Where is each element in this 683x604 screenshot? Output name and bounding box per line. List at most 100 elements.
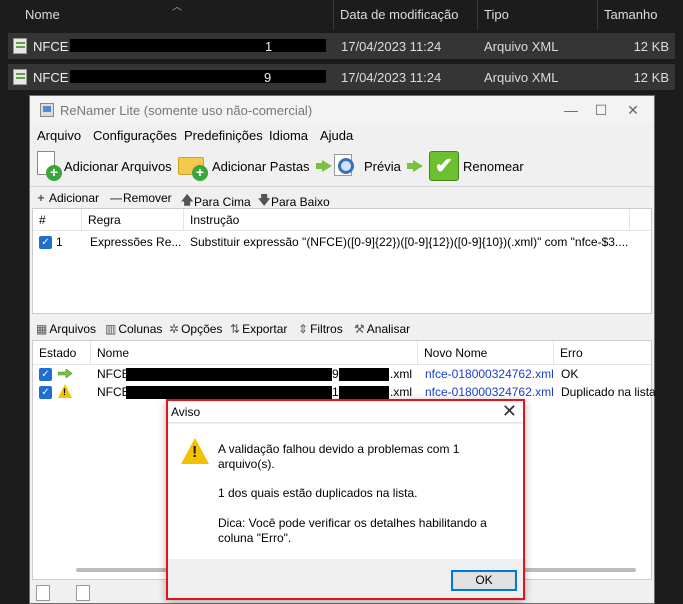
- files-toolbar: ▦ Arquivos ▥ Colunas ✲ Opções ⇅ Exportar ⇕ Fi…: [32, 320, 652, 338]
- dialog-tip-line: Dica: Você pode verificar os detalhes ha…: [218, 516, 487, 530]
- filter-icon: ⇕: [298, 322, 309, 336]
- file-name-mid: 9: [332, 367, 339, 381]
- arrow-right-icon: [58, 369, 72, 378]
- column-modified[interactable]: Data de modificação: [340, 7, 459, 22]
- rename-button[interactable]: ✔ Renomear: [429, 150, 524, 182]
- file-name-suffix: 1: [265, 39, 273, 54]
- files-col-error[interactable]: Erro: [560, 346, 583, 360]
- column-type[interactable]: Tipo: [484, 7, 509, 22]
- file-ext: .xml: [390, 367, 412, 381]
- column-divider[interactable]: [597, 0, 598, 30]
- add-rule-label: Adicionar: [49, 191, 100, 205]
- redaction-bar: [70, 39, 326, 52]
- remove-rule-button[interactable]: — Remover: [110, 191, 172, 205]
- add-rule-button[interactable]: + Adicionar: [36, 191, 99, 205]
- explorer-file-row[interactable]: NFCE 1 17/04/2023 11:24 Arquivo XML 12 K…: [8, 33, 675, 59]
- file-name-mid: 1: [332, 385, 339, 399]
- options-menu-label: Opções: [181, 322, 223, 336]
- options-menu-button[interactable]: ✲ Opções: [169, 322, 222, 336]
- minus-icon: —: [110, 191, 122, 205]
- rule-row[interactable]: ✓ 1 Expressões Re... Substituir expressã…: [33, 233, 651, 251]
- menu-predefinicoes[interactable]: Predefinições: [184, 128, 263, 143]
- file-name: NFCE: [33, 39, 69, 54]
- file-error: OK: [561, 367, 579, 381]
- menu-ajuda[interactable]: Ajuda: [320, 128, 353, 143]
- filters-menu-label: Filtros: [310, 322, 343, 336]
- file-checkbox[interactable]: ✓: [39, 368, 52, 381]
- add-files-button[interactable]: + Adicionar Arquivos: [36, 150, 172, 182]
- checkmark-icon: ✔: [429, 151, 459, 181]
- files-col-name[interactable]: Nome: [97, 346, 129, 360]
- close-button[interactable]: ✕: [618, 100, 648, 120]
- dialog-footer: OK: [168, 559, 523, 598]
- file-name: NFCE: [33, 70, 69, 85]
- dialog-message-line: 1 dos quais estão duplicados na lista.: [218, 486, 418, 500]
- grid-icon: ▦: [36, 322, 48, 336]
- dialog-title-bar[interactable]: Aviso ✕: [168, 401, 523, 423]
- title-bar[interactable]: ReNamer Lite (somente uso não-comercial)…: [30, 96, 654, 124]
- files-col-new-name[interactable]: Novo Nome: [424, 346, 487, 360]
- file-row[interactable]: ✓ NFCE 9 .xml nfce-018000324762.xml OK: [33, 365, 651, 383]
- menu-idioma[interactable]: Idioma: [269, 128, 308, 143]
- files-menu-label: Arquivos: [49, 322, 97, 336]
- files-menu-button[interactable]: ▦ Arquivos: [36, 322, 96, 336]
- column-size[interactable]: Tamanho: [604, 7, 657, 22]
- columns-menu-label: Colunas: [118, 322, 163, 336]
- rule-checkbox[interactable]: ✓: [39, 236, 52, 249]
- rules-col-num[interactable]: #: [39, 213, 46, 227]
- file-size: 12 KB: [633, 70, 669, 85]
- redaction-bar: [339, 368, 389, 381]
- column-divider[interactable]: [333, 0, 334, 30]
- export-menu-label: Exportar: [242, 322, 288, 336]
- filters-menu-button[interactable]: ⇕ Filtros: [298, 322, 343, 336]
- menu-arquivo[interactable]: Arquivo: [37, 128, 81, 143]
- column-name[interactable]: Nome: [25, 7, 60, 22]
- file-date: 17/04/2023 11:24: [341, 39, 442, 54]
- add-folders-button[interactable]: + Adicionar Pastas: [178, 150, 310, 182]
- analyze-menu-label: Analisar: [366, 322, 411, 336]
- columns-icon: ▥: [105, 322, 117, 336]
- add-files-label: Adicionar Arquivos: [64, 158, 172, 174]
- ok-button[interactable]: OK: [451, 570, 517, 591]
- maximize-button[interactable]: ☐: [586, 100, 616, 120]
- arrow-right-icon: [405, 150, 423, 182]
- file-name-prefix: NFCE: [97, 367, 130, 381]
- explorer-file-row[interactable]: NFCE 9 17/04/2023 11:24 Arquivo XML 12 K…: [8, 64, 675, 90]
- dialog-close-button[interactable]: ✕: [502, 401, 517, 421]
- main-toolbar: + Adicionar Arquivos + Adicionar Pastas …: [30, 146, 654, 186]
- rules-toolbar: + Adicionar — Remover 🡅 Para Cima 🡇 Para Bai…: [30, 186, 654, 209]
- rules-col-instruction[interactable]: Instrução: [190, 213, 239, 227]
- move-up-label: Para Cima: [194, 194, 251, 209]
- minimize-button[interactable]: —: [556, 100, 586, 120]
- dialog-title: Aviso: [171, 405, 201, 419]
- gear-icon: ✲: [169, 322, 180, 336]
- columns-menu-button[interactable]: ▥ Colunas: [105, 322, 162, 336]
- app-icon: [40, 103, 54, 117]
- column-divider[interactable]: [477, 0, 478, 30]
- file-new-name: nfce-018000324762.xml: [425, 385, 554, 399]
- move-down-label: Para Baixo: [271, 194, 330, 209]
- add-file-status-icon[interactable]: [36, 585, 50, 601]
- warning-dialog: Aviso ✕ ! A validação falhou devido a pr…: [166, 399, 525, 600]
- export-menu-button[interactable]: ⇅ Exportar: [230, 322, 287, 336]
- plus-icon: +: [37, 191, 45, 205]
- dialog-message-line: A validação falhou devido a problemas co…: [218, 442, 460, 456]
- xml-file-icon: [13, 69, 27, 85]
- rule-number: 1: [56, 235, 63, 249]
- preview-status-icon[interactable]: [76, 585, 90, 601]
- arrow-right-icon: [314, 150, 332, 182]
- rename-label: Renomear: [463, 158, 524, 174]
- files-col-state[interactable]: Estado: [39, 346, 76, 360]
- file-checkbox[interactable]: ✓: [39, 386, 52, 399]
- warning-icon: !: [58, 384, 72, 398]
- preview-button[interactable]: Prévia: [332, 150, 401, 182]
- dialog-body: ! A validação falhou devido a problemas …: [168, 424, 523, 559]
- warning-icon: !: [181, 438, 209, 464]
- analyze-menu-button[interactable]: ⚒ Analisar: [354, 322, 410, 336]
- preview-label: Prévia: [364, 158, 401, 174]
- menu-bar: Arquivo Configurações Predefinições Idio…: [30, 124, 654, 146]
- file-type: Arquivo XML: [484, 70, 559, 85]
- menu-configuracoes[interactable]: Configurações: [93, 128, 177, 143]
- add-file-icon: +: [36, 151, 62, 181]
- rules-col-rule[interactable]: Regra: [88, 213, 121, 227]
